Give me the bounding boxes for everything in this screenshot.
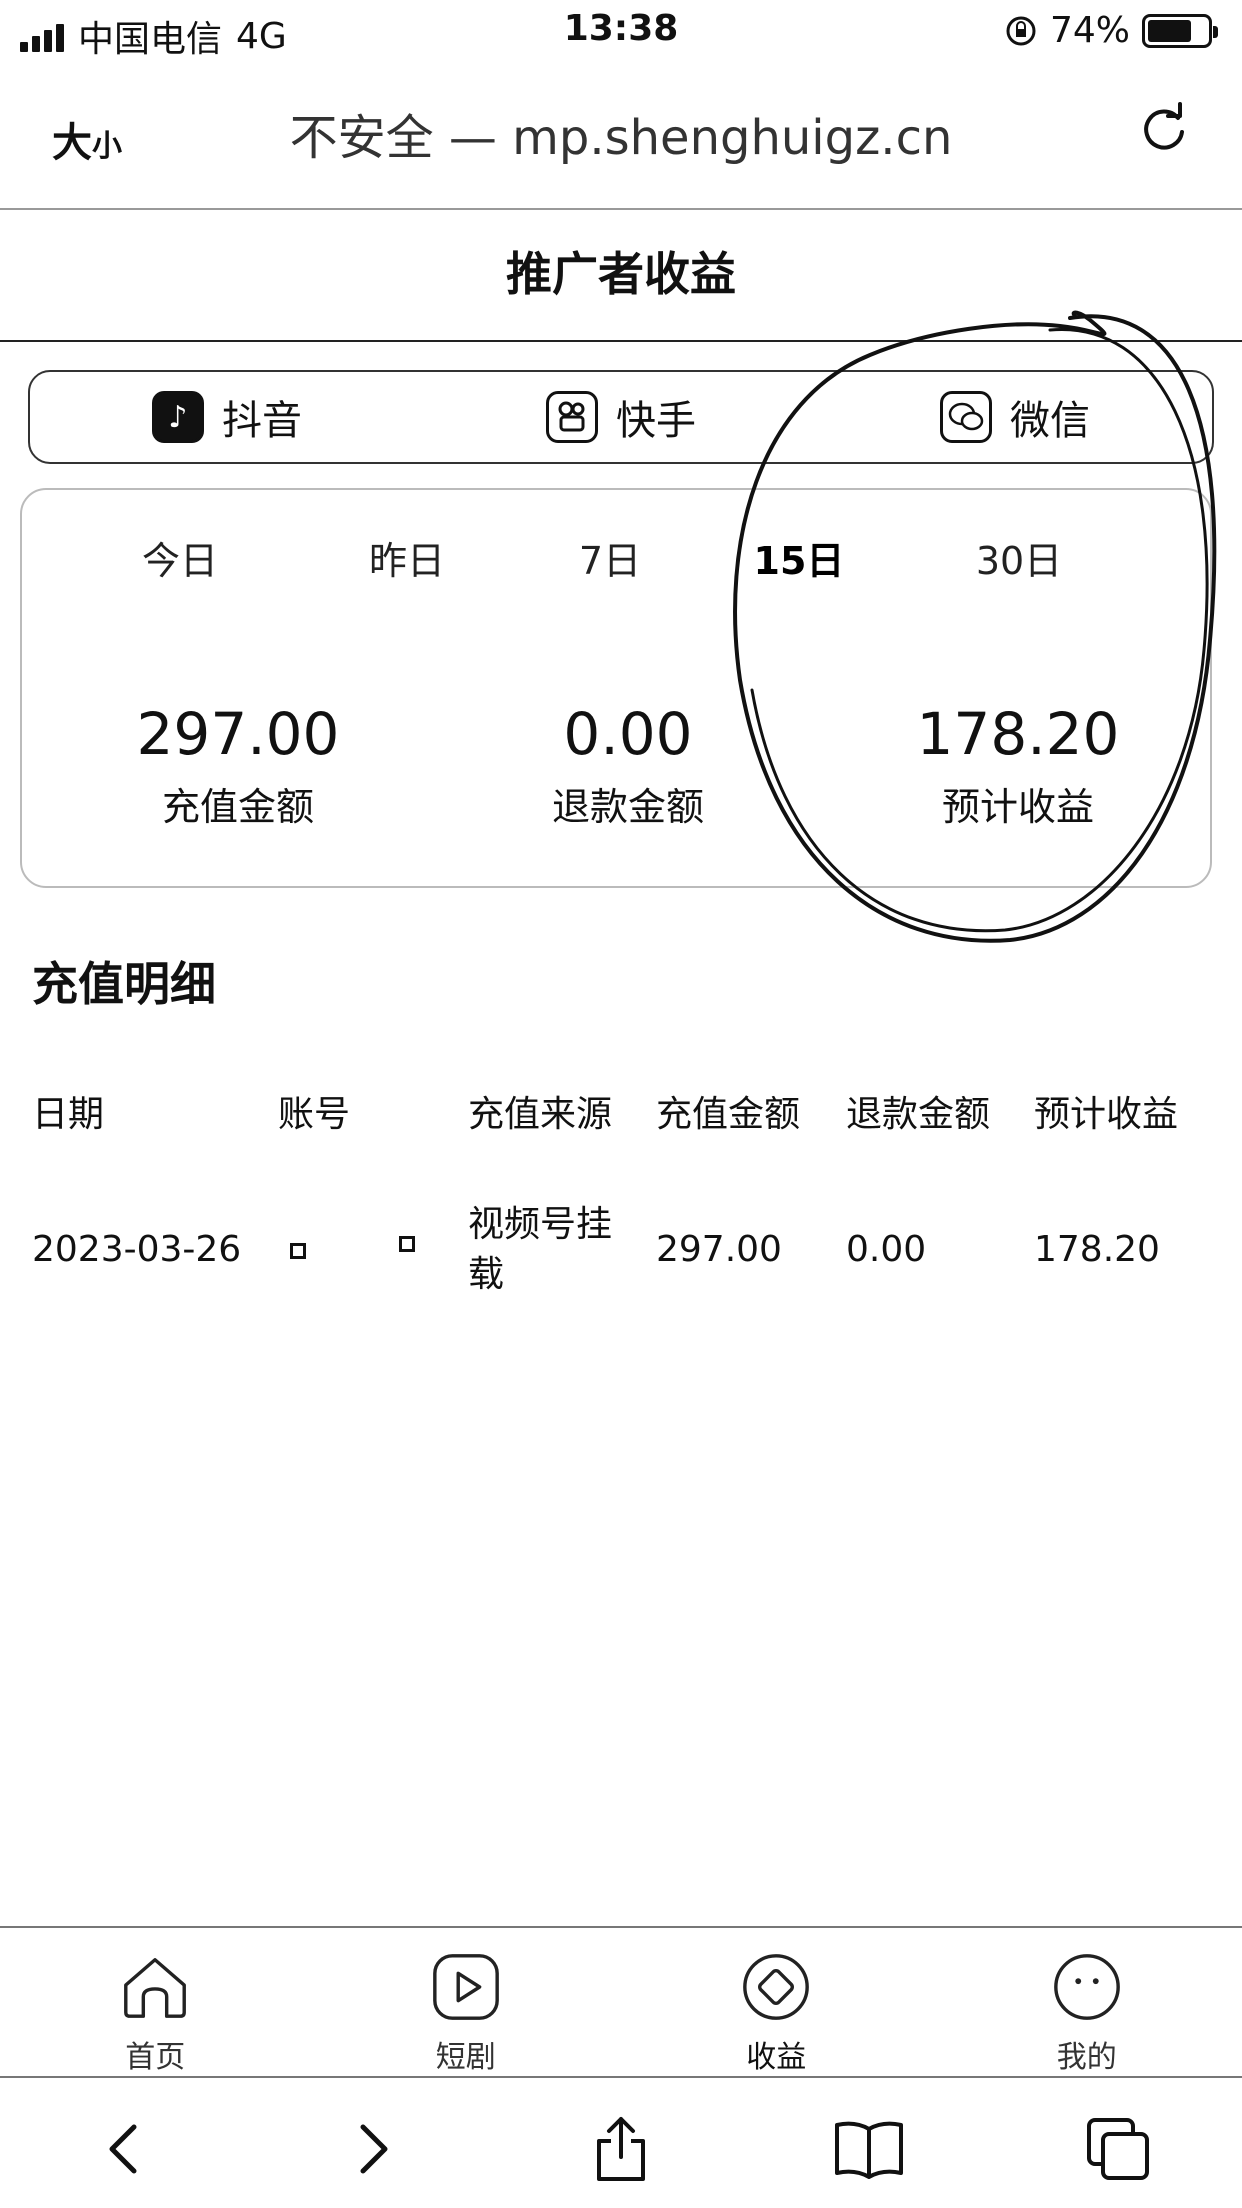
battery-fill <box>1148 19 1191 42</box>
tab-label: 我的 <box>1056 2040 1117 2075</box>
url-field[interactable]: 不安全 — mp.shenghuigz.cn <box>0 98 1242 168</box>
tab-label: 微信 <box>1010 398 1090 444</box>
home-icon <box>124 1958 187 2018</box>
period-7d[interactable]: 7日 <box>526 530 694 585</box>
tab-label: 抖音 <box>222 398 302 444</box>
stat-recharge: 297.00 充值金额 <box>58 700 418 831</box>
source-line: 视频号挂 <box>468 1204 613 1245</box>
profile-icon <box>1053 1954 1120 2020</box>
share-icon <box>596 2117 645 2181</box>
period-yesterday[interactable]: 昨日 <box>338 530 476 585</box>
address-bar: 大小 不安全 — mp.shenghuigz.cn <box>0 80 1242 210</box>
back-button[interactable] <box>84 2109 164 2189</box>
platform-tabs: ♪ 抖音 快手 微信 <box>28 370 1214 464</box>
table-row: 2023-03-26 视频号挂 载 297.00 0.00 178.20 <box>0 1200 1242 1340</box>
forward-button[interactable] <box>333 2109 413 2189</box>
play-icon <box>432 1954 499 2020</box>
tab-label: 首页 <box>125 2040 186 2075</box>
bookmarks-button[interactable] <box>829 2109 909 2189</box>
cell-income: 178.20 <box>1034 1229 1160 1270</box>
tab-home[interactable]: 首页 <box>0 1928 311 2076</box>
tabs-icon <box>1086 2118 1149 2180</box>
tab-kuaishou[interactable]: 快手 <box>424 372 818 462</box>
tab-douyin[interactable]: ♪ 抖音 <box>30 372 424 462</box>
tab-label: 快手 <box>616 398 696 444</box>
stat-label: 退款金额 <box>551 785 704 829</box>
column-header: 充值金额 <box>656 1094 801 1135</box>
column-header: 账号 <box>278 1094 351 1135</box>
douyin-icon: ♪ <box>152 391 204 443</box>
period-selector: 今日 昨日 7日 15日 30日 <box>22 530 1214 585</box>
stat-refund: 0.00 退款金额 <box>448 700 808 831</box>
tab-mine[interactable]: 我的 <box>932 1928 1242 2076</box>
period-15d[interactable]: 15日 <box>734 530 864 585</box>
table-header: 日期 账号 充值来源 充值金额 退款金额 预计收益 <box>0 1090 1242 1160</box>
forward-icon <box>360 2124 388 2174</box>
stat-value: 0.00 <box>563 700 693 768</box>
battery-percent: 74% <box>1049 10 1130 51</box>
rotation-lock-icon <box>1006 16 1036 45</box>
page-title: 推广者收益 <box>506 247 736 301</box>
column-header: 日期 <box>32 1094 105 1135</box>
column-header: 预计收益 <box>1034 1094 1179 1135</box>
status-bar: 中国电信 4G 13:38 74% <box>0 0 1242 66</box>
tab-label: 收益 <box>746 2040 807 2075</box>
stat-label: 预计收益 <box>941 785 1094 829</box>
divider <box>0 340 1242 342</box>
browser-toolbar <box>0 2090 1242 2208</box>
wechat-icon <box>940 391 992 443</box>
stat-value: 297.00 <box>136 700 340 768</box>
cell-account-masked <box>290 1225 415 1275</box>
tab-short-drama[interactable]: 短剧 <box>311 1928 622 2076</box>
detail-title: 充值明细 <box>32 957 216 1011</box>
back-icon <box>109 2124 137 2174</box>
column-header: 退款金额 <box>846 1094 991 1135</box>
period-today[interactable]: 今日 <box>22 530 338 585</box>
cell-source: 视频号挂 载 <box>468 1200 612 1300</box>
kuaishou-icon <box>546 391 598 443</box>
masked-block <box>398 1236 415 1252</box>
cell-refund: 0.00 <box>846 1229 927 1270</box>
stat-label: 充值金额 <box>161 785 314 829</box>
status-right: 74% <box>1004 10 1218 51</box>
source-line: 载 <box>468 1254 505 1295</box>
bookmarks-icon <box>835 2121 904 2179</box>
tab-income[interactable]: 收益 <box>621 1928 932 2076</box>
stat-income: 178.20 预计收益 <box>838 700 1198 831</box>
column-header: 充值来源 <box>468 1094 613 1135</box>
battery-icon <box>1142 13 1218 48</box>
period-30d[interactable]: 30日 <box>944 530 1094 585</box>
tabs-button[interactable] <box>1078 2109 1158 2189</box>
tab-wechat[interactable]: 微信 <box>818 372 1212 462</box>
bottom-tab-bar: 首页 短剧 收益 我的 <box>0 1926 1242 2078</box>
reload-icon[interactable] <box>1134 98 1194 158</box>
tab-label: 短剧 <box>435 2040 496 2075</box>
income-icon <box>743 1954 810 2020</box>
detail-table: 日期 账号 充值来源 充值金额 退款金额 预计收益 2023-03-26 视频号… <box>0 1090 1242 1340</box>
cell-recharge: 297.00 <box>656 1229 782 1270</box>
stat-value: 178.20 <box>916 700 1120 768</box>
share-button[interactable] <box>581 2109 661 2189</box>
stats-card: 今日 昨日 7日 15日 30日 297.00 充值金额 0.00 退款金额 1… <box>20 488 1212 888</box>
masked-block <box>290 1243 306 1259</box>
cell-date: 2023-03-26 <box>32 1229 242 1270</box>
